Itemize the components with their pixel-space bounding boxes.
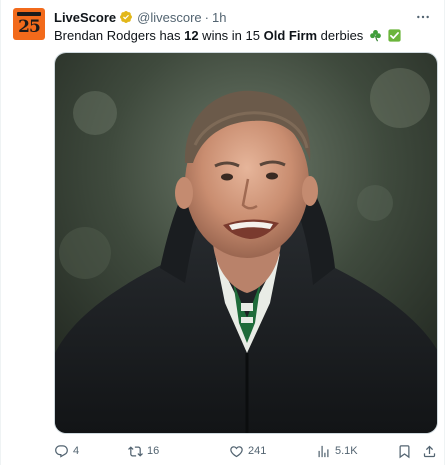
heart-icon <box>230 445 243 457</box>
shamrock-icon <box>369 29 382 42</box>
tweet-text-part: derbies <box>317 28 364 43</box>
avatar-logo-bar <box>17 12 41 16</box>
bookmark-button[interactable] <box>397 441 412 461</box>
bookmark-icon <box>399 444 410 458</box>
reply-count: 4 <box>73 445 80 457</box>
retweet-button[interactable]: 16 <box>128 441 159 461</box>
avatar-logo-text: 25 <box>18 17 41 37</box>
tweet-header: LiveScore @livescore · 1h <box>54 8 226 26</box>
views-count: 5.1K <box>335 445 358 457</box>
timestamp[interactable]: 1h <box>212 10 226 25</box>
tweet-text-part: wins in 15 <box>198 28 264 43</box>
reply-icon <box>55 444 68 458</box>
handle[interactable]: @livescore <box>137 10 202 25</box>
tweet-text-bold: 12 <box>184 28 199 43</box>
like-count: 241 <box>248 445 267 457</box>
retweet-icon <box>128 445 143 457</box>
like-button[interactable]: 241 <box>229 441 266 461</box>
display-name[interactable]: LiveScore <box>54 10 116 25</box>
tweet-text-bold: Old Firm <box>263 28 318 43</box>
more-options-icon[interactable] <box>414 8 432 26</box>
tweet-text: Brendan Rodgers has 12 wins in 15 Old Fi… <box>54 27 401 45</box>
views-chart-icon <box>318 445 329 457</box>
verified-badge-icon <box>119 10 133 24</box>
tweet-media-photo[interactable] <box>54 52 438 434</box>
tweet-text-part: Brendan Rodgers has <box>54 28 185 43</box>
tweet-card: 25 LiveScore @livescore · 1h Brendan Rod… <box>0 0 445 465</box>
check-mark-button-icon <box>387 29 401 42</box>
retweet-count: 16 <box>147 445 160 457</box>
reply-button[interactable]: 4 <box>54 441 79 461</box>
tweet-actions: 4 16 241 5.1K <box>54 441 438 461</box>
photo-illustration <box>55 53 437 433</box>
share-button[interactable] <box>422 441 437 461</box>
avatar[interactable]: 25 <box>13 8 45 40</box>
separator-dot: · <box>204 9 209 25</box>
share-icon <box>423 445 436 457</box>
views-button[interactable]: 5.1K <box>316 441 358 461</box>
